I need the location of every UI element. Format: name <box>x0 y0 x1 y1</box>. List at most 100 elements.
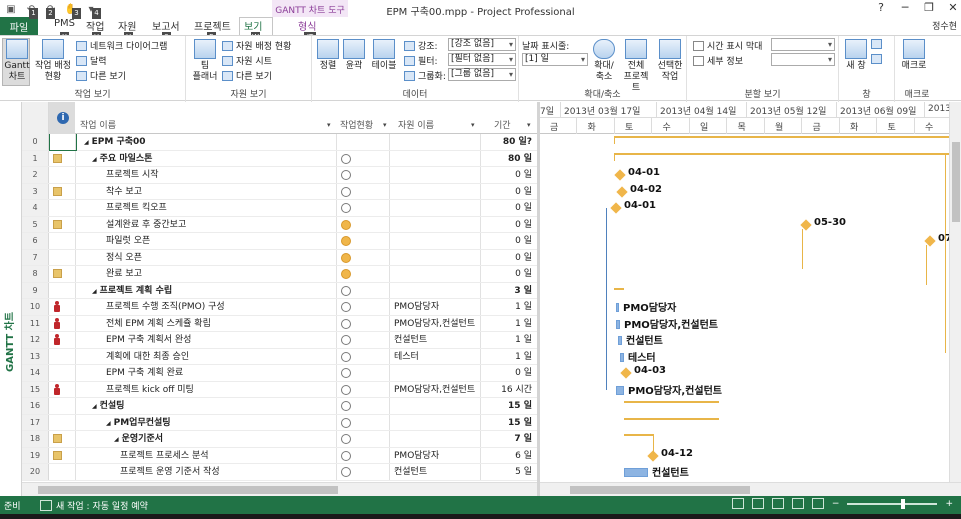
summary-bar[interactable] <box>614 152 949 155</box>
task-name-cell[interactable]: ◢ PM업무컨설팅 <box>106 415 171 432</box>
task-name-cell[interactable]: 프로젝트 킥오프 <box>106 200 167 216</box>
dependency-link[interactable] <box>606 208 607 390</box>
summary-bar-end[interactable] <box>614 152 615 161</box>
timescale-dropdown[interactable]: [1] 일 <box>522 53 588 66</box>
task-name-cell[interactable]: ◢ EPM 구축00 <box>84 134 146 151</box>
help-button[interactable]: ? <box>875 1 887 14</box>
filter-dropdown[interactable]: [필터 없음] <box>448 53 516 66</box>
table-row[interactable]: 10 프로젝트 수행 조직(PMO) 구성 PMO담당자 1 일 <box>22 299 537 316</box>
summary-bar[interactable] <box>624 417 719 420</box>
tab-format[interactable]: 형식 <box>298 18 316 33</box>
duration-cell[interactable]: 6 일 <box>515 448 532 464</box>
table-horizontal-scrollbar[interactable] <box>22 482 537 496</box>
report-shortcut-icon[interactable] <box>811 498 824 509</box>
table-row[interactable]: 16 ◢ 컨설팅 15 일 <box>22 398 537 415</box>
timeline-checkbox[interactable]: 시간 표시 막대 <box>693 39 762 52</box>
table-row[interactable]: 11 전체 EPM 계획 스케쥴 확립 PMO담당자,컨설턴트 1 일 <box>22 315 537 332</box>
gantt-body[interactable]: 04-01 04-02 04-01 05-30 07 04-03 04-12 PMO담당자 PM… <box>540 134 949 482</box>
table-row[interactable]: 19 프로젝트 프로세스 분석 PMO담당자 6 일 <box>22 447 537 464</box>
row-number[interactable]: 20 <box>22 464 49 480</box>
table-row[interactable]: 15 프로젝트 kick off 미팅 PMO담당자,컨설턴트 16 시간 <box>22 381 537 398</box>
tables-button[interactable]: 테이블 <box>370 39 398 72</box>
column-header-duration[interactable]: 기간 <box>494 118 511 131</box>
table-row[interactable]: 18 ◢ 운영기준서 7 일 <box>22 431 537 448</box>
task-usage-button[interactable]: 작업 배정 현황 <box>34 39 72 83</box>
row-number[interactable]: 15 <box>22 381 49 397</box>
task-name-cell[interactable]: 정식 오픈 <box>106 250 142 266</box>
vertical-scrollbar[interactable] <box>949 102 961 482</box>
task-name-cell[interactable]: 파일럿 오픈 <box>106 233 150 249</box>
duration-cell[interactable]: 0 일 <box>515 250 532 266</box>
selected-tasks-button[interactable]: 선택한 작업 <box>655 39 685 83</box>
row-number[interactable]: 1 <box>22 150 49 166</box>
resource-sheet-button[interactable]: 자원 시트 <box>222 54 272 67</box>
scroll-thumb[interactable] <box>952 142 960 222</box>
macros-button[interactable]: 매크로 <box>899 39 929 72</box>
tab-report[interactable]: 보고서 <box>152 18 180 33</box>
table-row[interactable]: 0 ◢ EPM 구축00 80 일? <box>22 134 537 151</box>
collapse-triangle-icon[interactable]: ◢ <box>106 420 111 427</box>
duration-cell[interactable]: 80 일 <box>508 151 532 167</box>
duration-cell[interactable]: 0 일 <box>515 266 532 282</box>
indicators-column-header[interactable]: i <box>49 102 75 134</box>
network-diagram-button[interactable]: 네트워크 다이어그램 <box>76 39 167 52</box>
duration-cell[interactable]: 0 일 <box>515 184 532 200</box>
table-row[interactable]: 3 착수 보고 0 일 <box>22 183 537 200</box>
duration-cell[interactable]: 0 일 <box>515 365 532 381</box>
dependency-link[interactable] <box>926 245 927 286</box>
table-row[interactable]: 6 파일럿 오픈 0 일 <box>22 233 537 250</box>
note-icon[interactable] <box>53 153 62 163</box>
row-number[interactable]: 17 <box>22 414 49 430</box>
new-tasks-mode[interactable]: 새 작업 : 자동 일정 예약 <box>40 499 148 512</box>
task-bar[interactable] <box>618 336 622 346</box>
duration-cell[interactable]: 1 일 <box>515 299 532 315</box>
tab-resource[interactable]: 자원 <box>118 18 136 33</box>
chevron-down-icon[interactable]: ▾ <box>527 121 531 129</box>
task-name-cell[interactable]: ◢ 운영기준서 <box>114 431 163 448</box>
tab-view[interactable]: 보기 <box>244 18 262 33</box>
note-icon[interactable] <box>53 269 62 278</box>
duration-cell[interactable]: 0 일 <box>515 200 532 216</box>
collapse-triangle-icon[interactable]: ◢ <box>84 139 89 146</box>
other-resource-views-button[interactable]: 다른 보기 <box>222 69 272 82</box>
resource-sheet-shortcut-icon[interactable] <box>791 498 804 509</box>
task-name-cell[interactable]: ◢ 프로젝트 계획 수립 <box>92 283 172 300</box>
table-row[interactable]: 2 프로젝트 시작 0 일 <box>22 167 537 184</box>
table-row[interactable]: 5 설계완료 후 중간보고 0 일 <box>22 216 537 233</box>
resource-usage-button[interactable]: 자원 배정 현황 <box>222 39 291 52</box>
task-name-cell[interactable]: 프로젝트 kick off 미팅 <box>106 382 194 398</box>
chevron-down-icon[interactable]: ▾ <box>383 121 387 129</box>
zoom-in-icon[interactable]: + <box>945 499 953 509</box>
resource-name-cell[interactable]: PMO담당자,컨설턴트 <box>394 382 475 398</box>
details-dropdown[interactable] <box>771 53 835 66</box>
task-name-cell[interactable]: 프로젝트 수행 조직(PMO) 구성 <box>106 299 225 315</box>
summary-bar[interactable] <box>614 287 624 290</box>
note-icon[interactable] <box>53 186 62 196</box>
row-number[interactable]: 6 <box>22 233 49 249</box>
column-header-resource[interactable]: 자원 이름 <box>398 118 434 131</box>
gantt-horizontal-scrollbar[interactable] <box>540 482 961 496</box>
hide-button[interactable] <box>871 54 882 64</box>
duration-cell[interactable]: 1 일 <box>515 332 532 348</box>
task-name-cell[interactable]: EPM 구축 계획 완료 <box>106 365 183 381</box>
duration-cell[interactable]: 0 일 <box>515 167 532 183</box>
duration-cell[interactable]: 1 일 <box>515 316 532 332</box>
table-row[interactable]: 13 계획에 대한 최종 승인 테스터 1 일 <box>22 348 537 365</box>
resource-name-cell[interactable]: PMO담당자,컨설턴트 <box>394 316 475 332</box>
row-number[interactable]: 8 <box>22 266 49 282</box>
chevron-down-icon[interactable]: ▾ <box>471 121 475 129</box>
project-summary-bar[interactable] <box>614 136 949 139</box>
scroll-thumb[interactable] <box>570 486 750 494</box>
resource-name-cell[interactable]: 컨설턴트 <box>394 464 427 480</box>
task-name-cell[interactable]: 프로젝트 시작 <box>106 167 159 183</box>
minimize-button[interactable]: ─ <box>899 1 911 14</box>
resource-name-cell[interactable]: PMO담당자 <box>394 448 439 464</box>
save-icon[interactable]: ▣ <box>4 2 18 16</box>
resource-name-cell[interactable]: 테스터 <box>394 349 419 365</box>
duration-cell[interactable]: 0 일 <box>515 233 532 249</box>
dependency-link[interactable] <box>653 434 654 455</box>
table-row[interactable]: 12 EPM 구축 계획서 완성 컨설턴트 1 일 <box>22 332 537 349</box>
column-header-name[interactable]: 작업 이름 <box>80 118 116 131</box>
task-name-cell[interactable]: ◢ 주요 마일스톤 <box>92 151 152 168</box>
task-name-cell[interactable]: 프로젝트 프로세스 분석 <box>120 448 209 464</box>
